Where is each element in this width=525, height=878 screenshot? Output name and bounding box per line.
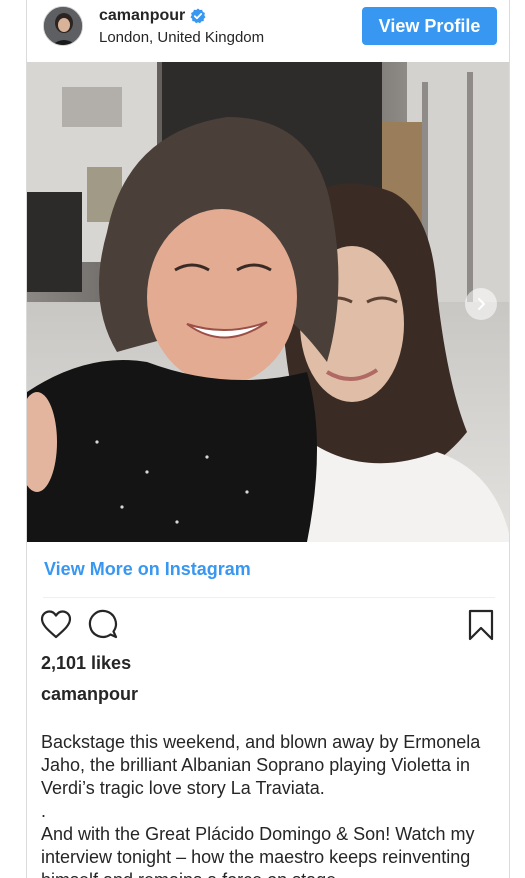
caption-line: Backstage this weekend, and blown away b… [41,732,481,798]
next-photo-button[interactable] [465,288,497,320]
post-caption: Backstage this weekend, and blown away b… [41,731,503,878]
comment-icon[interactable] [87,608,121,642]
post-photo[interactable] [27,62,509,542]
chevron-right-icon [478,298,485,310]
caption-username[interactable]: camanpour [41,684,138,705]
username[interactable]: camanpour [99,7,185,25]
action-bar [27,606,509,646]
instagram-embed-card: camanpour London, United Kingdom View Pr… [26,0,510,878]
post-location[interactable]: London, United Kingdom [99,29,264,46]
post-header: camanpour London, United Kingdom View Pr… [27,0,509,62]
verified-badge-icon [190,8,206,24]
view-more-link[interactable]: View More on Instagram [44,559,251,580]
caption-line: . [41,801,47,821]
caption-line: And with the Great Plácido Domingo & Son… [41,824,475,878]
heart-icon[interactable] [39,608,73,642]
username-row: camanpour [99,7,206,25]
divider [43,597,495,598]
avatar[interactable] [43,6,83,46]
view-profile-button[interactable]: View Profile [362,7,497,45]
bookmark-icon[interactable] [465,608,497,642]
likes-count[interactable]: 2,101 likes [41,653,131,674]
